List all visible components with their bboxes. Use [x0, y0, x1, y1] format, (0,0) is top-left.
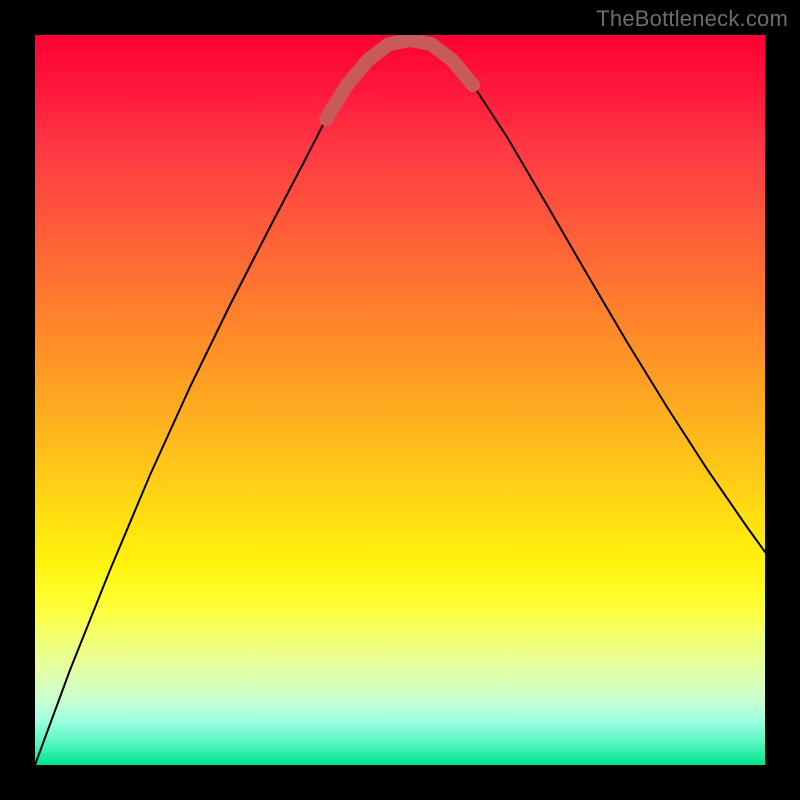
chart-frame: TheBottleneck.com	[0, 0, 800, 800]
highlighted-segment	[326, 40, 473, 119]
bottleneck-curve	[35, 40, 765, 765]
watermark-text: TheBottleneck.com	[596, 6, 788, 32]
curve-overlay	[35, 35, 765, 765]
plot-area	[35, 35, 765, 765]
